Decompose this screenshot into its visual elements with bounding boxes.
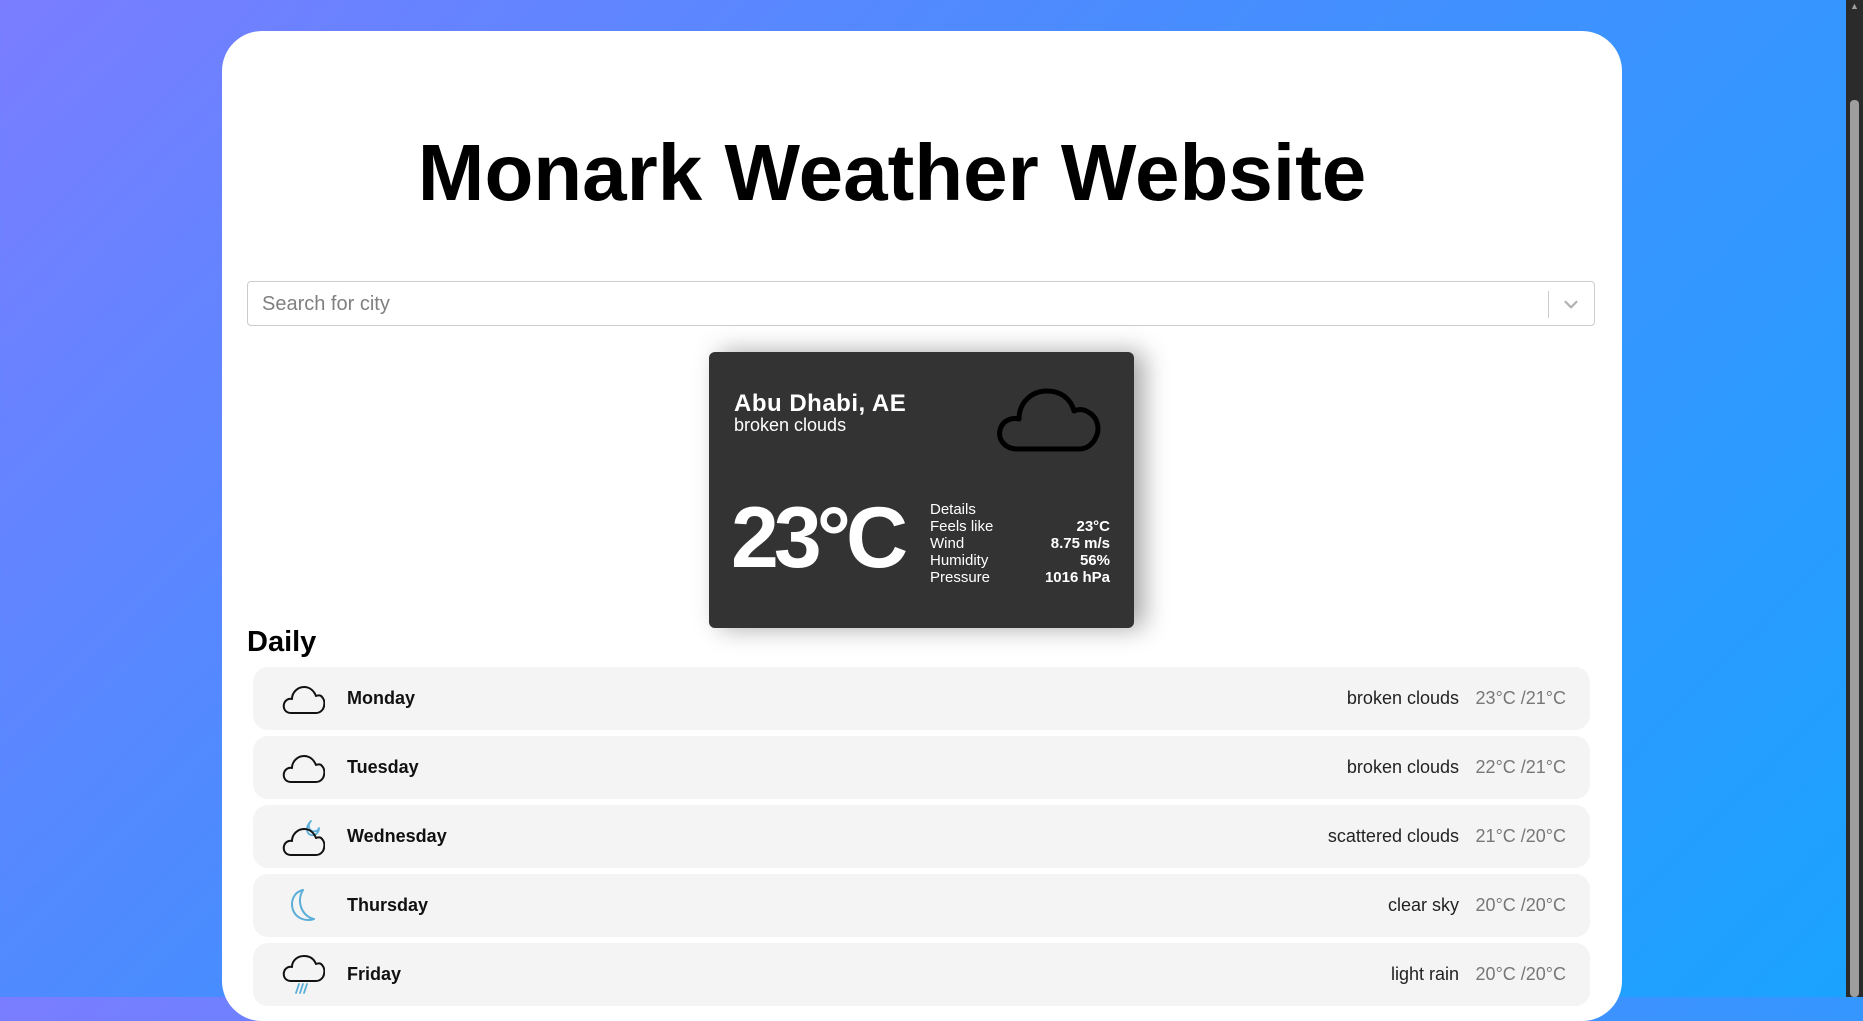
- detail-value: 23°C: [1076, 518, 1110, 535]
- city-search-select[interactable]: [247, 281, 1595, 326]
- main-card: Monark Weather Website Abu Dhabi, AE bro…: [222, 31, 1622, 1021]
- detail-value: 1016 hPa: [1044, 569, 1110, 586]
- day-description: clear sky: [1387, 895, 1459, 915]
- daily-forecast-row[interactable]: Thursday clear sky 20°C /20°C: [253, 874, 1590, 937]
- detail-wind: Wind 8.75 m/s: [930, 535, 1110, 552]
- current-temperature: 23°C: [731, 490, 908, 586]
- daily-forecast-row[interactable]: Tuesday broken clouds 22°C /21°C: [253, 736, 1590, 799]
- daily-heading: Daily: [247, 626, 317, 658]
- current-city: Abu Dhabi, AE: [734, 390, 907, 417]
- cloud-icon: [997, 388, 1101, 452]
- scroll-up-arrow-icon[interactable]: ▲: [1850, 1, 1859, 11]
- daily-forecast-row[interactable]: Wednesday scattered clouds 21°C /20°C: [253, 805, 1590, 868]
- day-temp-range: 21°C /20°C: [1475, 826, 1566, 846]
- day-name: Tuesday: [347, 757, 419, 777]
- day-name: Monday: [347, 688, 416, 708]
- scrollbar-thumb[interactable]: [1850, 100, 1859, 997]
- page-scrollbar[interactable]: ▲: [1846, 0, 1863, 997]
- weather-details: Details Feels like 23°C Wind 8.75 m/s Hu…: [930, 501, 1110, 586]
- page-title: Monark Weather Website: [417, 128, 1367, 217]
- cloud-icon: [282, 755, 325, 783]
- day-description: light rain: [1390, 964, 1459, 984]
- search-separator: [1548, 291, 1549, 318]
- details-label: Details: [930, 501, 976, 518]
- cloud-rain-icon: [282, 955, 325, 994]
- day-description: broken clouds: [1346, 688, 1459, 708]
- detail-pressure: Pressure 1016 hPa: [930, 569, 1110, 586]
- daily-forecast-row[interactable]: Monday broken clouds 23°C /21°C: [253, 667, 1590, 730]
- detail-feels-like: Feels like 23°C: [930, 518, 1110, 535]
- day-temp-range: 20°C /20°C: [1475, 964, 1566, 984]
- cloud-icon: [282, 686, 325, 714]
- day-temp-range: 22°C /21°C: [1475, 757, 1566, 777]
- day-description: broken clouds: [1346, 757, 1459, 777]
- search-input[interactable]: [260, 288, 1514, 320]
- detail-label: Wind: [930, 535, 965, 552]
- detail-value: 8.75 m/s: [1050, 535, 1110, 552]
- moon-icon: [291, 889, 315, 921]
- details-header: Details: [930, 501, 1110, 518]
- day-name: Wednesday: [347, 826, 447, 846]
- current-description: broken clouds: [734, 415, 847, 435]
- day-description: scattered clouds: [1327, 826, 1459, 846]
- current-weather-card: Abu Dhabi, AE broken clouds 23°C Details…: [709, 352, 1134, 628]
- day-temp-range: 20°C /20°C: [1475, 895, 1566, 915]
- detail-label: Humidity: [930, 552, 989, 569]
- day-name: Thursday: [347, 895, 429, 915]
- chevron-down-icon[interactable]: [1560, 293, 1582, 315]
- detail-humidity: Humidity 56%: [930, 552, 1110, 569]
- detail-value: 56%: [1079, 552, 1110, 569]
- day-name: Friday: [347, 964, 402, 984]
- detail-label: Pressure: [930, 569, 991, 586]
- cloud-moon-icon: [282, 820, 325, 856]
- day-temp-range: 23°C /21°C: [1475, 688, 1566, 708]
- detail-label: Feels like: [930, 518, 994, 535]
